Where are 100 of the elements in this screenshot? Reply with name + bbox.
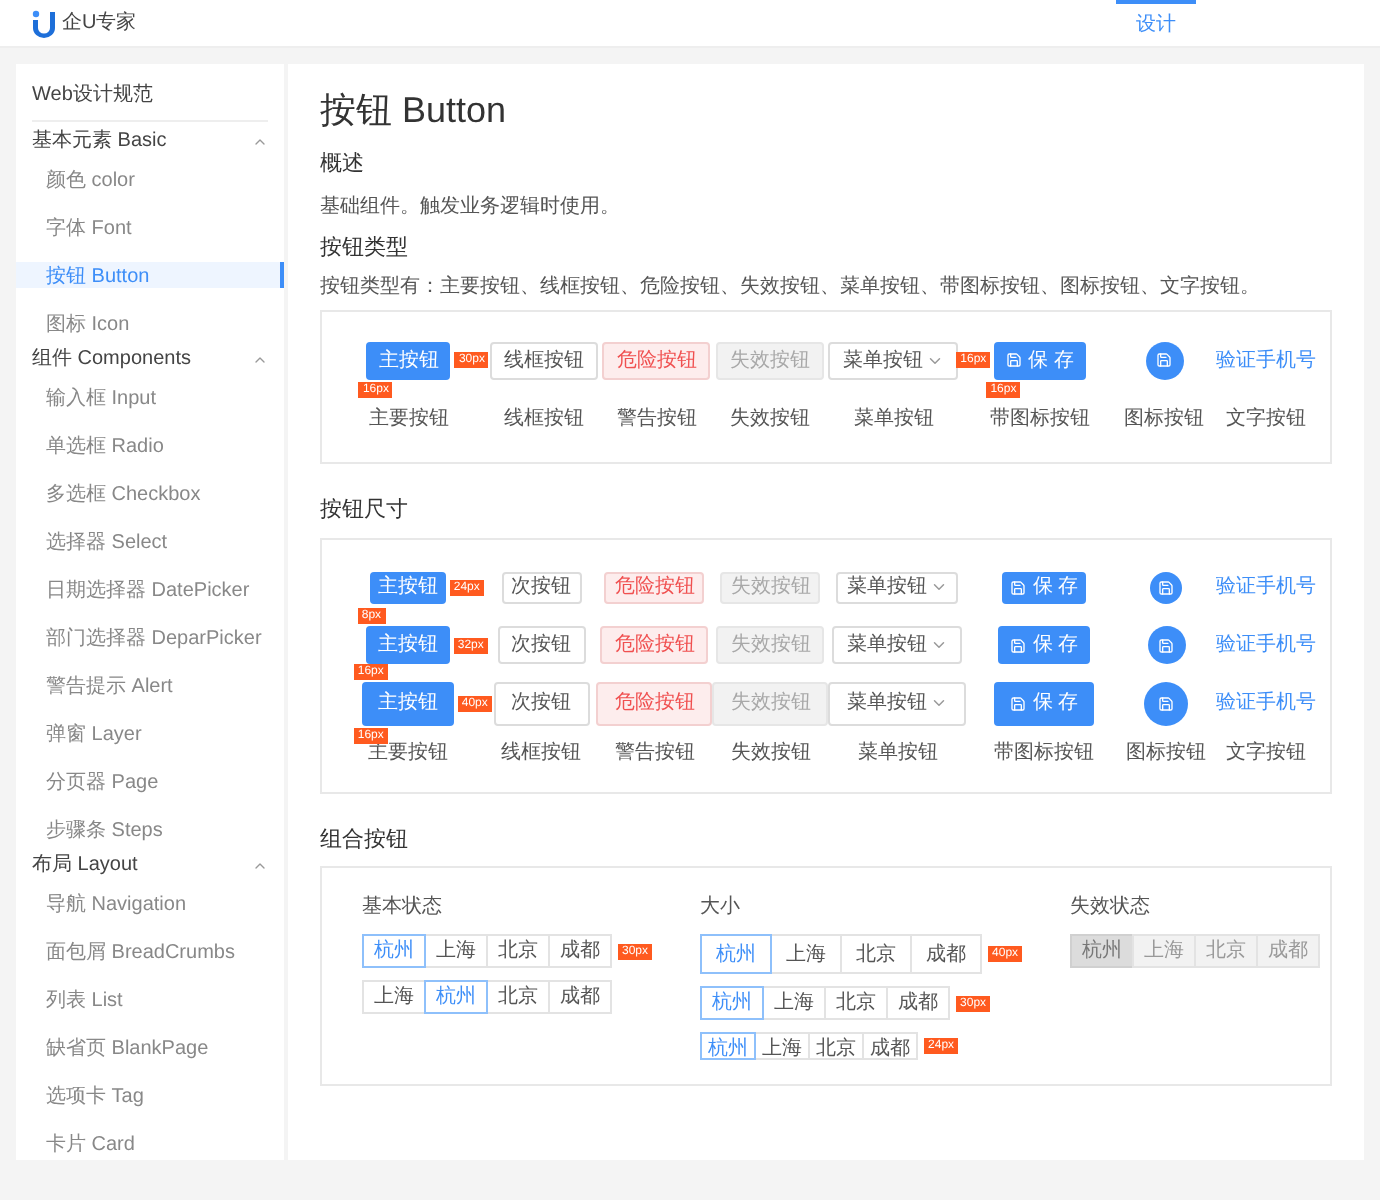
segment-option[interactable]: 成都 — [548, 934, 612, 968]
segment-option[interactable]: 杭州 — [700, 934, 773, 974]
menu-button[interactable]: 菜单按钮 — [832, 626, 963, 664]
segment-option[interactable]: 杭州 — [424, 980, 488, 1014]
segment-option[interactable]: 成都 — [910, 934, 983, 974]
segment-option[interactable]: 上海 — [770, 934, 843, 974]
segment-option[interactable]: 成都 — [886, 986, 951, 1020]
danger-button[interactable]: 危险按钮 — [596, 681, 713, 725]
sidebar-item[interactable]: 选项卡 Tag — [16, 1082, 284, 1108]
button-caption: 线框按钮 — [501, 739, 581, 767]
save-button[interactable]: 保 存 — [994, 341, 1086, 379]
logo-text: 企U专家 — [62, 9, 137, 38]
sidebar-item[interactable]: 选择器 Select — [16, 528, 284, 554]
group-label: 大小 — [700, 893, 743, 922]
sidebar-item[interactable]: 分页器 Page — [16, 768, 284, 794]
text-link-button[interactable]: 验证手机号 — [1215, 345, 1316, 375]
save-icon — [1158, 695, 1175, 711]
sidebar-title: Web设计规范 — [32, 80, 268, 122]
text-link-button[interactable]: 验证手机号 — [1216, 688, 1317, 718]
button-caption: 文字按钮 — [1226, 739, 1307, 767]
primary-button[interactable]: 主按钮 — [365, 626, 450, 664]
text-link-button[interactable]: 验证手机号 — [1216, 630, 1317, 660]
segment-option[interactable]: 北京 — [486, 934, 550, 968]
sidebar-item[interactable]: 部门选择器 DeparPicker — [16, 624, 284, 650]
sidebar-item[interactable]: 导航 Navigation — [16, 890, 284, 916]
page-title: 按钮 Button — [320, 88, 509, 134]
sidebar-item[interactable]: 面包屑 BreadCrumbs — [16, 938, 284, 964]
danger-button[interactable]: 危险按钮 — [602, 341, 711, 379]
sidebar-item[interactable]: 单选框 Radio — [16, 432, 284, 458]
segment-option[interactable]: 上海 — [762, 986, 827, 1020]
danger-button[interactable]: 危险按钮 — [600, 626, 709, 664]
chevron-down-icon — [930, 636, 949, 654]
segment-option[interactable]: 上海 — [754, 1032, 811, 1060]
save-icon — [1010, 695, 1027, 711]
button-caption: 带图标按钮 — [994, 739, 1095, 767]
segment-option[interactable]: 北京 — [808, 1032, 865, 1060]
sidebar-item[interactable]: 列表 List — [16, 986, 284, 1012]
button-caption: 菜单按钮 — [853, 405, 934, 434]
section-heading: 按钮尺寸 — [320, 496, 410, 526]
sidebar-item[interactable]: 按钮 Button — [16, 262, 284, 288]
save-icon — [1006, 352, 1023, 368]
button-caption: 文字按钮 — [1225, 405, 1306, 434]
chevron-down-icon — [930, 694, 949, 712]
outline-button[interactable]: 次按钮 — [493, 681, 589, 725]
segment-option[interactable]: 杭州 — [700, 1032, 757, 1060]
save-icon — [1010, 579, 1027, 595]
segment-option[interactable]: 北京 — [824, 986, 889, 1020]
menu-button[interactable]: 菜单按钮 — [828, 341, 959, 379]
sidebar-item[interactable]: 多选框 Checkbox — [16, 480, 284, 506]
sidebar-item[interactable]: 字体 Font — [16, 214, 284, 240]
save-button[interactable]: 保 存 — [998, 626, 1091, 664]
sidebar-item[interactable]: 日期选择器 DatePicker — [16, 576, 284, 602]
group-label: 基本状态 — [362, 893, 444, 922]
segment-option[interactable]: 杭州 — [362, 934, 426, 968]
primary-button[interactable]: 主按钮 — [366, 341, 451, 379]
sidebar-item[interactable]: 步骤条 Steps — [16, 816, 284, 842]
primary-button[interactable]: 主按钮 — [361, 681, 454, 725]
sidebar-item[interactable]: 卡片 Card — [16, 1130, 284, 1156]
button-caption: 线框按钮 — [504, 405, 585, 434]
save-icon — [1158, 637, 1175, 653]
segment-option[interactable]: 成都 — [548, 980, 612, 1014]
segment-option[interactable]: 北京 — [840, 934, 913, 974]
segment-option[interactable]: 上海 — [424, 934, 488, 968]
segment-option[interactable]: 成都 — [862, 1032, 919, 1060]
sidebar-item[interactable]: 输入框 Input — [16, 384, 284, 410]
segment-option[interactable]: 杭州 — [700, 986, 765, 1020]
primary-button[interactable]: 主按钮 — [369, 571, 446, 603]
outline-button[interactable]: 线框按钮 — [490, 341, 599, 379]
sidebar-item[interactable]: 警告提示 Alert — [16, 672, 284, 698]
button-caption: 图标按钮 — [1126, 739, 1207, 767]
segment-option[interactable]: 北京 — [486, 980, 550, 1014]
button-caption: 警告按钮 — [614, 739, 695, 767]
save-icon — [1156, 352, 1173, 368]
sidebar-item[interactable]: 弹窗 Layer — [16, 720, 284, 746]
sidebar-item[interactable]: 缺省页 BlankPage — [16, 1034, 284, 1060]
sidebar-item[interactable]: 图标 Icon — [16, 310, 284, 336]
logo-icon — [32, 9, 56, 37]
text-link-button[interactable]: 验证手机号 — [1216, 572, 1317, 602]
sidebar-group[interactable]: 布局 Layout — [16, 852, 284, 878]
nav-tab[interactable]: 设计 — [1116, 0, 1196, 46]
menu-button[interactable]: 菜单按钮 — [828, 681, 967, 725]
sidebar-group[interactable]: 基本元素 Basic — [16, 128, 284, 154]
save-icon-button[interactable] — [1144, 681, 1189, 725]
sidebar-group[interactable]: 组件 Components — [16, 346, 284, 372]
description-text: 基础组件。触发业务逻辑时使用。 — [320, 193, 622, 221]
outline-button[interactable]: 次按钮 — [497, 626, 585, 664]
save-icon-button[interactable] — [1147, 626, 1186, 664]
group-label: 失效状态 — [1070, 893, 1153, 922]
menu-button[interactable]: 菜单按钮 — [836, 571, 959, 603]
save-button[interactable]: 保 存 — [994, 681, 1095, 725]
chevron-down-icon — [930, 578, 949, 596]
save-icon-button[interactable] — [1150, 571, 1183, 603]
outline-button[interactable]: 次按钮 — [501, 571, 581, 603]
button-caption: 失效按钮 — [730, 739, 811, 767]
danger-button[interactable]: 危险按钮 — [604, 571, 705, 603]
sidebar-item[interactable]: 颜色 color — [16, 166, 284, 192]
save-button[interactable]: 保 存 — [1002, 571, 1087, 603]
button-caption: 警告按钮 — [616, 405, 697, 434]
save-icon-button[interactable] — [1145, 341, 1184, 379]
segment-option[interactable]: 上海 — [362, 980, 426, 1014]
